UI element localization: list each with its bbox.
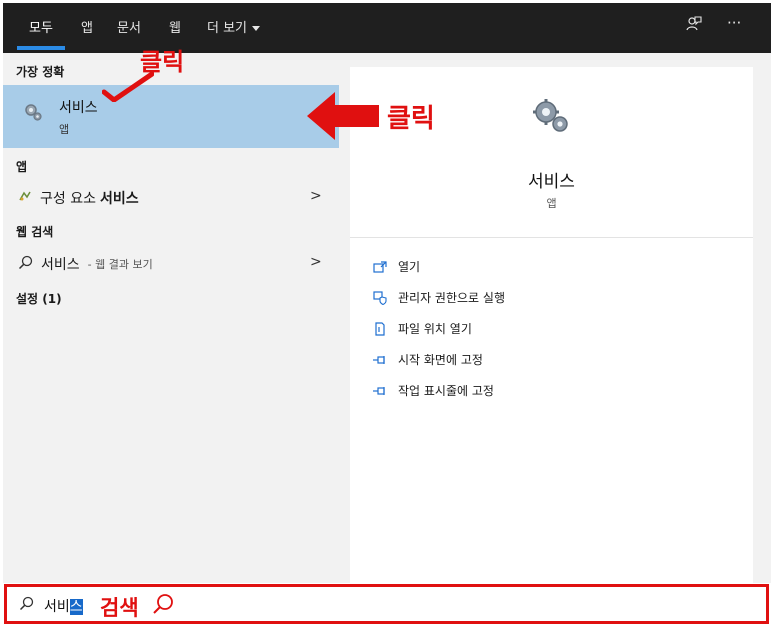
- more-icon[interactable]: ···: [727, 14, 741, 32]
- action-open[interactable]: 열기: [372, 258, 420, 275]
- gears-icon: [22, 101, 44, 127]
- gears-icon: [530, 96, 572, 140]
- search-icon: [152, 593, 174, 619]
- search-selected-text: 스: [69, 599, 83, 615]
- file-location-icon: [372, 321, 388, 336]
- web-result[interactable]: 서비스 - 웹 결과 보기: [18, 254, 153, 274]
- tab-web[interactable]: 웹: [169, 17, 181, 36]
- settings-heading[interactable]: 설정 (1): [16, 290, 62, 307]
- component-services-icon: [18, 190, 32, 206]
- chevron-right-icon[interactable]: >: [310, 254, 322, 270]
- action-label: 관리자 권한으로 실행: [398, 291, 505, 305]
- tab-apps[interactable]: 앱: [81, 17, 93, 36]
- action-label: 파일 위치 열기: [398, 322, 472, 336]
- checkmark-annotation: [101, 68, 155, 106]
- action-label: 작업 표시줄에 고정: [398, 384, 494, 398]
- click-annotation-arrow: 클릭: [387, 104, 435, 134]
- detail-divider: [350, 237, 753, 238]
- web-search-heading: 웹 검색: [16, 225, 54, 239]
- action-open-file-location[interactable]: 파일 위치 열기: [372, 320, 472, 337]
- best-match-result[interactable]: [3, 85, 339, 148]
- action-label: 시작 화면에 고정: [398, 353, 483, 367]
- shield-icon: [372, 290, 388, 305]
- open-icon: [372, 260, 388, 274]
- apps-heading: 앱: [16, 160, 28, 174]
- search-typed-text: 서비: [44, 599, 70, 615]
- chevron-down-icon: [252, 26, 261, 31]
- detail-title: 서비스: [528, 172, 575, 192]
- detail-subtitle: 앱: [546, 197, 557, 210]
- feedback-icon[interactable]: [686, 16, 702, 36]
- best-match-subtitle: 앱: [59, 123, 70, 136]
- pin-icon: [372, 353, 388, 367]
- search-annotation: 검색: [100, 596, 139, 620]
- action-pin-to-taskbar[interactable]: 작업 표시줄에 고정: [372, 382, 494, 399]
- pin-icon: [372, 384, 388, 398]
- best-match-heading: 가장 정확: [16, 65, 65, 79]
- active-tab-indicator: [17, 46, 65, 50]
- tab-all[interactable]: 모두: [29, 17, 53, 36]
- tab-more[interactable]: 더 보기: [207, 17, 261, 36]
- tab-documents[interactable]: 문서: [117, 17, 141, 36]
- web-result-suffix: - 웹 결과 보기: [87, 258, 153, 271]
- app-result-bold: 서비스: [99, 191, 139, 207]
- search-icon: [19, 596, 34, 615]
- action-pin-to-start[interactable]: 시작 화면에 고정: [372, 351, 483, 368]
- app-result-prefix: 구성 요소: [40, 191, 96, 207]
- web-result-title: 서비스: [41, 257, 80, 273]
- tab-more-label: 더 보기: [207, 21, 248, 36]
- action-run-as-admin[interactable]: 관리자 권한으로 실행: [372, 289, 505, 306]
- best-match-title: 서비스: [59, 100, 98, 116]
- arrow-left-annotation: [305, 90, 381, 146]
- search-icon: [18, 255, 33, 274]
- action-label: 열기: [398, 260, 421, 274]
- search-input[interactable]: 서비스: [44, 596, 83, 616]
- app-result-component-services[interactable]: 구성 요소 서비스: [18, 188, 139, 208]
- chevron-right-icon[interactable]: >: [310, 188, 322, 204]
